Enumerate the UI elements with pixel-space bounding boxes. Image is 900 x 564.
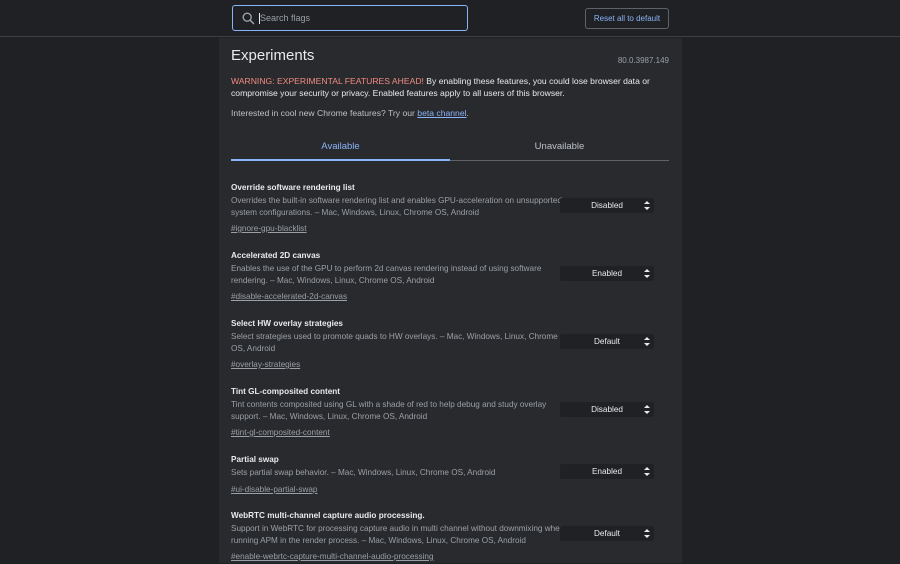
select-value: Enabled (591, 467, 623, 476)
search-input[interactable] (259, 8, 467, 28)
select-value: Disabled (591, 201, 623, 210)
experiment-item: Tint GL-composited content Tint contents… (231, 386, 669, 440)
select-value: Default (594, 337, 620, 346)
experiment-item: Select HW overlay strategies Select stra… (231, 318, 669, 372)
tab-available[interactable]: Available (231, 133, 450, 161)
tab-strip: Available Unavailable (231, 133, 669, 161)
select-value: Default (594, 529, 620, 538)
experiment-name: Override software rendering list (231, 183, 355, 192)
tab-unavailable[interactable]: Unavailable (450, 133, 669, 160)
experiment-description: Select strategies used to promote quads … (231, 332, 558, 353)
select-arrows-icon (644, 269, 650, 278)
page-title: Experiments (231, 47, 315, 64)
top-bar: Reset all to default (0, 0, 900, 37)
experiment-description: Enables the use of the GPU to perform 2d… (231, 264, 542, 285)
experiment-state-select[interactable]: Disabled (560, 198, 654, 213)
experiment-item: Partial swap Sets partial swap behavior.… (231, 454, 669, 497)
experiment-anchor-link[interactable]: #ui-disable-partial-swap (231, 484, 317, 495)
select-arrows-icon (644, 201, 650, 210)
experiment-state-select[interactable]: Default (560, 334, 654, 349)
text-cursor (259, 13, 260, 24)
select-value: Disabled (591, 405, 623, 414)
experiment-item: Override software rendering list Overrid… (231, 182, 669, 236)
experiment-state-select[interactable]: Enabled (560, 266, 654, 281)
experiment-description: Tint contents composited using GL with a… (231, 400, 547, 421)
warning-message: WARNING: EXPERIMENTAL FEATURES AHEAD! By… (231, 75, 661, 99)
experiment-name: Accelerated 2D canvas (231, 251, 321, 260)
experiment-anchor-link[interactable]: #tint-gl-composited-content (231, 427, 330, 438)
experiment-item: Accelerated 2D canvas Enables the use of… (231, 250, 669, 304)
reset-all-button[interactable]: Reset all to default (585, 8, 669, 29)
select-arrows-icon (644, 337, 650, 346)
select-arrows-icon (644, 467, 650, 476)
experiment-name: Tint GL-composited content (231, 387, 341, 396)
beta-channel-link[interactable]: beta channel (417, 108, 466, 118)
experiment-anchor-link[interactable]: #enable-webrtc-capture-multi-channel-aud… (231, 551, 434, 562)
experiment-description: Overrides the built-in software renderin… (231, 196, 562, 217)
experiment-anchor-link[interactable]: #disable-accelerated-2d-canvas (231, 291, 347, 302)
experiment-name: WebRTC multi-channel capture audio proce… (231, 511, 425, 520)
experiment-state-select[interactable]: Disabled (560, 402, 654, 417)
select-value: Enabled (591, 269, 623, 278)
search-box[interactable] (232, 5, 468, 31)
experiment-anchor-link[interactable]: #ignore-gpu-blacklist (231, 223, 307, 234)
select-arrows-icon (644, 405, 650, 414)
experiment-state-select[interactable]: Default (560, 526, 654, 541)
promo-end: . (466, 108, 469, 118)
experiment-item: WebRTC multi-channel capture audio proce… (231, 510, 669, 564)
version-number: 80.0.3987.149 (617, 56, 669, 65)
experiment-description: Support in WebRTC for processing capture… (231, 524, 565, 545)
experiment-anchor-link[interactable]: #overlay-strategies (231, 359, 300, 370)
experiment-state-select[interactable]: Enabled (560, 464, 654, 479)
experiment-name: Select HW overlay strategies (231, 319, 343, 328)
warning-heading: WARNING: EXPERIMENTAL FEATURES AHEAD! (231, 76, 424, 86)
search-icon (237, 6, 259, 30)
select-arrows-icon (644, 529, 650, 538)
experiment-description: Sets partial swap behavior. – Mac, Windo… (231, 468, 496, 477)
promo-message: Interested in cool new Chrome features? … (231, 108, 469, 118)
experiments-panel: Experiments 80.0.3987.149 WARNING: EXPER… (219, 38, 682, 563)
promo-text: Interested in cool new Chrome features? … (231, 108, 418, 118)
